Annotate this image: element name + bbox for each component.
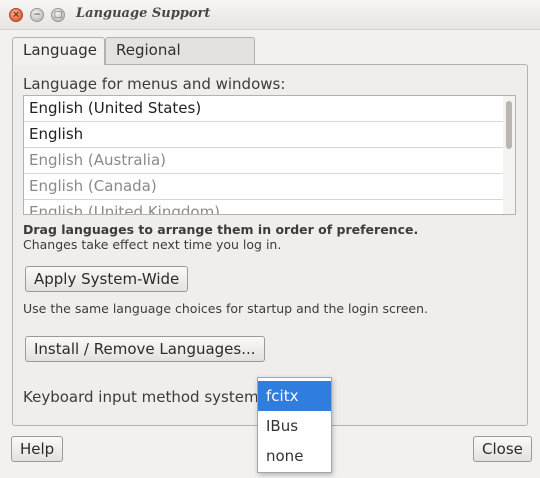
drag-hint-text: Drag languages to arrange them in order … bbox=[23, 222, 419, 237]
tab-language[interactable]: Language bbox=[12, 37, 105, 65]
tab-regional-formats[interactable]: Regional Formats bbox=[105, 37, 255, 83]
list-item[interactable]: English bbox=[24, 122, 504, 148]
list-item[interactable]: English (Canada) bbox=[24, 174, 504, 200]
maximize-window-button[interactable]: □ bbox=[51, 8, 65, 22]
scrollbar-thumb[interactable] bbox=[506, 101, 512, 149]
close-icon: × bbox=[12, 10, 20, 20]
list-item[interactable]: English (Australia) bbox=[24, 148, 504, 174]
minimize-icon: − bbox=[33, 10, 41, 20]
list-item[interactable]: English (United States) bbox=[24, 96, 504, 122]
close-button[interactable]: Close bbox=[473, 436, 532, 462]
list-item[interactable]: English (United Kingdom) bbox=[24, 200, 504, 214]
changes-note-text: Changes take effect next time you log in… bbox=[23, 237, 282, 252]
window-title: Language Support bbox=[76, 6, 211, 21]
minimize-window-button[interactable]: − bbox=[30, 8, 44, 22]
dropdown-option-fcitx[interactable]: fcitx bbox=[258, 381, 331, 411]
close-window-button[interactable]: × bbox=[9, 8, 23, 22]
install-remove-languages-button[interactable]: Install / Remove Languages... bbox=[25, 336, 265, 362]
title-bar: × − □ Language Support bbox=[0, 0, 540, 30]
maximize-icon: □ bbox=[53, 10, 63, 20]
apply-note-text: Use the same language choices for startu… bbox=[23, 301, 428, 316]
dropdown-option-ibus[interactable]: IBus bbox=[258, 411, 331, 441]
apply-system-wide-button[interactable]: Apply System-Wide bbox=[25, 266, 189, 292]
language-list-scrollbar[interactable] bbox=[503, 96, 515, 214]
language-list[interactable]: English (United States) English English … bbox=[23, 95, 516, 215]
dropdown-option-none[interactable]: none bbox=[258, 441, 331, 471]
help-button[interactable]: Help bbox=[11, 436, 64, 462]
language-list-heading: Language for menus and windows: bbox=[23, 75, 286, 93]
keyboard-input-label: Keyboard input method system: bbox=[23, 388, 264, 406]
input-method-dropdown-menu[interactable]: fcitx IBus none bbox=[257, 377, 332, 473]
